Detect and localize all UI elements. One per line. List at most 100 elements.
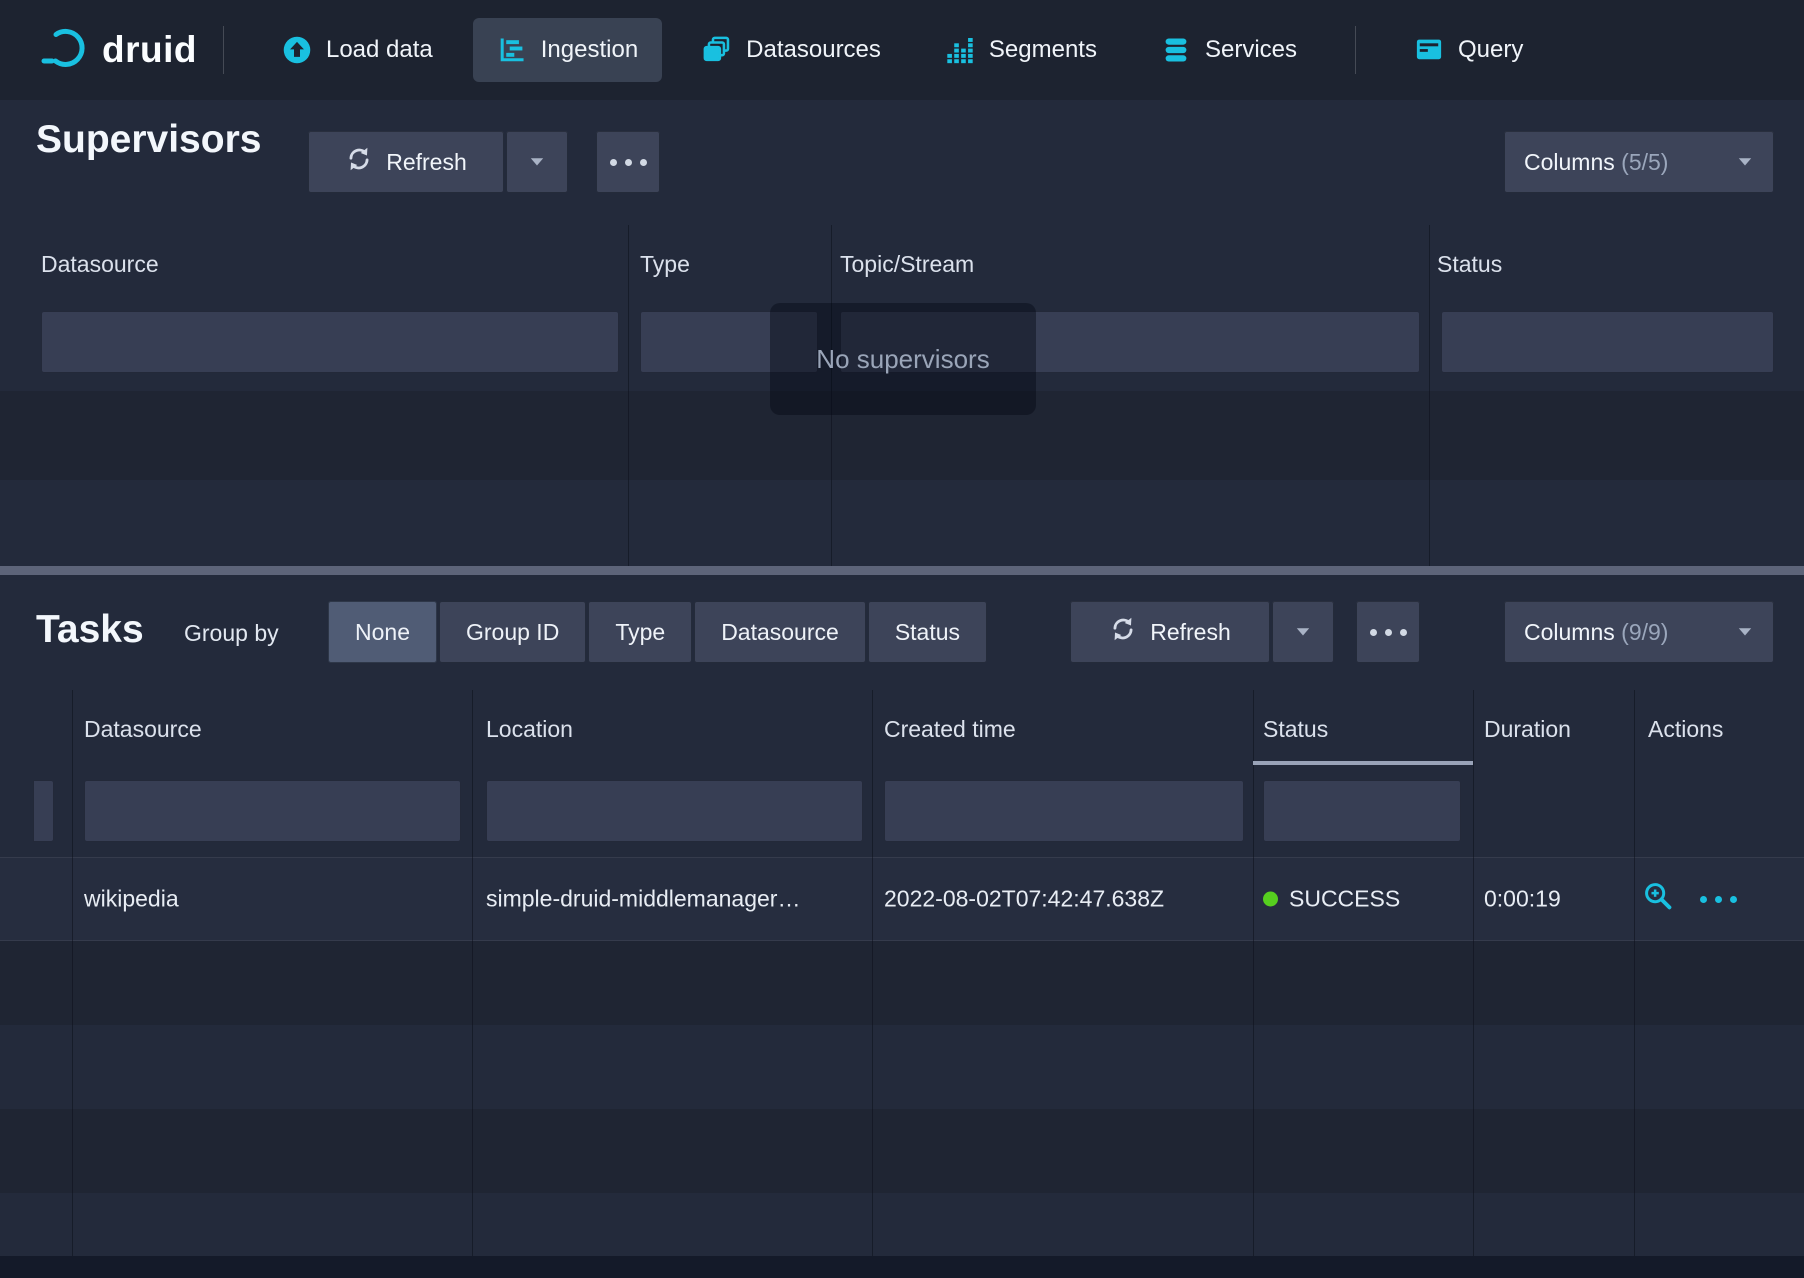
task-actions (1642, 880, 1741, 918)
table-row (0, 941, 1804, 1025)
nav-item-query[interactable]: Query (1390, 18, 1547, 82)
supervisors-refresh-interval-button[interactable] (506, 131, 568, 193)
columns-label: Columns (1524, 619, 1615, 645)
tasks-table: Datasource Location Created time Status … (0, 690, 1804, 1278)
tasks-col-duration[interactable]: Duration (1484, 716, 1571, 743)
group-by-datasource-button[interactable]: Datasource (694, 601, 866, 663)
column-divider (872, 690, 873, 1256)
tasks-columns-button[interactable]: Columns (9/9) (1504, 601, 1774, 663)
column-divider (1253, 690, 1254, 1256)
tasks-refresh-button[interactable]: Refresh (1070, 601, 1270, 663)
nav-item-ingestion[interactable]: Ingestion (473, 18, 662, 82)
row-more-actions-icon[interactable] (1696, 896, 1741, 903)
nav-label: Datasources (746, 36, 881, 64)
columns-count: (9/9) (1621, 619, 1668, 645)
supervisors-col-type[interactable]: Type (640, 251, 690, 278)
search-detail-icon[interactable] (1642, 880, 1674, 918)
nav-item-datasources[interactable]: Datasources (678, 18, 905, 82)
supervisors-status-filter-input[interactable] (1441, 311, 1774, 373)
tasks-title: Tasks (36, 608, 144, 652)
status-sort-indicator (1253, 761, 1473, 765)
column-divider (628, 225, 629, 566)
tasks-col-datasource[interactable]: Datasource (84, 716, 202, 743)
chevron-down-icon (1736, 149, 1754, 176)
bar-chart-icon (945, 35, 975, 65)
druid-console: druid Load data Ingestion (0, 0, 1804, 1278)
logo-text: druid (102, 29, 197, 71)
no-supervisors-message: No supervisors (770, 303, 1036, 415)
column-divider (1429, 225, 1430, 566)
druid-logo[interactable]: druid (40, 24, 197, 77)
navbar: druid Load data Ingestion (0, 0, 1804, 100)
refresh-icon (345, 145, 373, 179)
upload-icon (282, 35, 312, 65)
tasks-col-actions[interactable]: Actions (1648, 716, 1723, 743)
more-icon (606, 159, 651, 166)
group-by-button-group: None Group ID Type Datasource Status (328, 601, 987, 663)
supervisors-title: Supervisors (36, 118, 261, 162)
supervisors-more-button[interactable] (596, 131, 660, 193)
nav-label: Ingestion (541, 36, 638, 64)
tasks-location-filter-input[interactable] (486, 780, 863, 842)
nav-item-services[interactable]: Services (1137, 18, 1321, 82)
refresh-label: Refresh (386, 149, 467, 176)
gantt-chart-icon (497, 35, 527, 65)
success-status-dot (1263, 892, 1278, 907)
group-by-group-id-button[interactable]: Group ID (439, 601, 586, 663)
chevron-down-icon (1294, 619, 1312, 646)
columns-count: (5/5) (1621, 149, 1668, 175)
supervisors-datasource-filter-input[interactable] (41, 311, 619, 373)
tasks-datasource-filter-input[interactable] (84, 780, 461, 842)
chevron-down-icon (528, 149, 546, 176)
tasks-col-status[interactable]: Status (1263, 716, 1328, 743)
refresh-icon (1109, 615, 1137, 649)
supervisors-col-topic-stream[interactable]: Topic/Stream (840, 251, 974, 278)
column-divider (72, 690, 73, 1256)
column-divider (472, 690, 473, 1256)
tasks-more-button[interactable] (1356, 601, 1420, 663)
column-divider (1473, 690, 1474, 1256)
nav-divider (223, 26, 224, 74)
task-datasource[interactable]: wikipedia (84, 886, 179, 913)
group-by-label: Group by (184, 620, 279, 647)
nav-label: Services (1205, 36, 1297, 64)
supervisors-col-status[interactable]: Status (1437, 251, 1502, 278)
supervisors-refresh-button[interactable]: Refresh (308, 131, 504, 193)
tasks-status-filter-input[interactable] (1263, 780, 1461, 842)
nav-item-load-data[interactable]: Load data (258, 18, 457, 82)
horizontal-scrollbar-track[interactable] (0, 1256, 1804, 1278)
tasks-refresh-interval-button[interactable] (1272, 601, 1334, 663)
database-icon (1161, 35, 1191, 65)
table-row (0, 1109, 1804, 1193)
task-duration[interactable]: 0:00:19 (1484, 886, 1561, 913)
nav-label: Segments (989, 36, 1097, 64)
group-by-status-button[interactable]: Status (868, 601, 987, 663)
supervisors-col-datasource[interactable]: Datasource (41, 251, 159, 278)
nav-divider (1355, 26, 1356, 74)
section-divider[interactable] (0, 566, 1804, 575)
status-text: SUCCESS (1289, 886, 1400, 913)
columns-label: Columns (1524, 149, 1615, 175)
nav-label: Load data (326, 36, 433, 64)
nav-label: Query (1458, 36, 1523, 64)
refresh-label: Refresh (1150, 619, 1231, 646)
more-icon (1366, 629, 1411, 636)
tasks-task-id-filter-input[interactable] (33, 780, 54, 842)
tasks-col-location[interactable]: Location (486, 716, 573, 743)
nav-item-segments[interactable]: Segments (921, 18, 1121, 82)
task-created-time[interactable]: 2022-08-02T07:42:47.638Z (884, 886, 1164, 913)
tasks-col-created-time[interactable]: Created time (884, 716, 1016, 743)
task-location[interactable]: simple-druid-middlemanager… (486, 886, 800, 913)
druid-logo-icon (40, 24, 88, 77)
group-by-none-button[interactable]: None (328, 601, 437, 663)
tasks-created-time-filter-input[interactable] (884, 780, 1244, 842)
group-by-type-button[interactable]: Type (588, 601, 692, 663)
layers-icon (702, 35, 732, 65)
supervisors-table: Datasource Type Topic/Stream Status No s… (0, 225, 1804, 566)
supervisors-columns-button[interactable]: Columns (5/5) (1504, 131, 1774, 193)
task-row-wikipedia[interactable]: wikipedia simple-druid-middlemanager… 20… (0, 857, 1804, 941)
chevron-down-icon (1736, 619, 1754, 646)
task-status[interactable]: SUCCESS (1263, 886, 1400, 913)
column-divider (1634, 690, 1635, 1256)
console-icon (1414, 35, 1444, 65)
